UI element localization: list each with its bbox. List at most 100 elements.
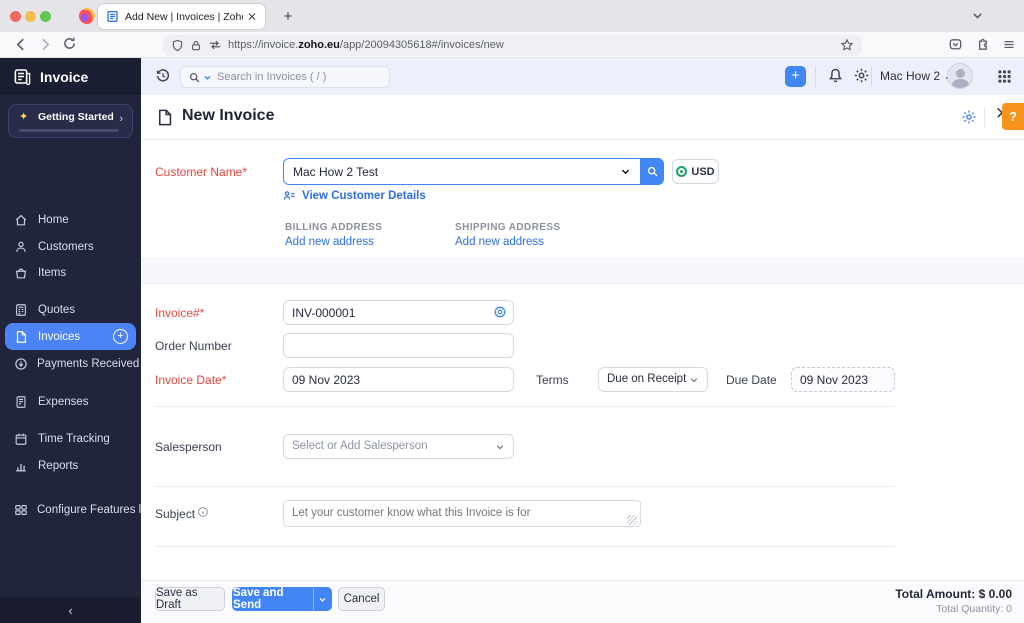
permissions-icon[interactable] [208,39,222,51]
browser-tab-bar: Add New | Invoices | Zoho Invoi ✕ + [0,0,1024,32]
shipping-address-label: SHIPPING ADDRESS [455,222,561,233]
settings-gear-icon[interactable] [853,67,870,84]
sidebar: Invoice ✦ Getting Started › Home Custome… [0,58,153,623]
page-header: New Invoice ✕ ? [141,95,1024,140]
add-billing-address-link[interactable]: Add new address [285,236,374,248]
customer-search-button[interactable] [640,158,664,185]
chevron-right-icon: › [119,113,123,125]
order-number-input[interactable] [283,333,514,358]
invoice-number-settings-icon[interactable] [493,305,507,319]
terms-select[interactable]: Due on Receipt [598,367,708,392]
reports-icon [14,459,29,473]
info-icon [197,506,209,518]
tab-favicon-icon [106,10,119,23]
firefox-logo-icon [79,8,95,24]
invoice-date-input[interactable] [283,367,514,392]
org-switcher[interactable]: Mac How 2 ⌄ [880,69,953,83]
bookmark-star-icon[interactable] [840,38,854,52]
sidebar-item-quotes[interactable]: Quotes [5,298,136,322]
invoice-settings-gear-icon[interactable] [961,109,977,125]
back-icon[interactable] [12,36,29,53]
salesperson-select[interactable]: Select or Add Salesperson [283,434,514,459]
sidebar-item-customers[interactable]: Customers [5,235,136,259]
sidebar-item-time-tracking[interactable]: Time Tracking [5,427,136,451]
sparkle-icon: ✦ [19,111,29,123]
save-and-send-caret-button[interactable] [313,587,332,611]
add-shipping-address-link[interactable]: Add new address [455,236,544,248]
traffic-zoom-button[interactable] [40,11,51,22]
getting-started-card[interactable]: ✦ Getting Started › [8,104,133,138]
sidebar-item-items[interactable]: Items [5,261,136,285]
recent-history-icon[interactable] [155,68,171,84]
sidebar-item-expenses[interactable]: Expenses [5,390,136,414]
total-amount: Total Amount: $ 0.00 [895,587,1012,601]
time-tracking-icon [14,432,29,446]
lock-icon[interactable] [190,39,202,52]
subject-textarea[interactable] [283,500,641,527]
currency-button[interactable]: USD [672,159,719,184]
search-input[interactable]: Search in Invoices ( / ) [180,66,390,88]
search-icon [188,71,201,84]
avatar[interactable] [947,63,973,89]
customers-icon [14,240,29,254]
app-top-bar: Search in Invoices ( / ) + Mac How 2 ⌄ [141,58,1024,95]
sidebar-item-invoices[interactable]: Invoices + [5,323,136,350]
notifications-bell-icon[interactable] [827,67,844,84]
app-logo[interactable]: Invoice [0,58,141,95]
sidebar-item-label: Payments Received [37,358,140,370]
extensions-puzzle-icon[interactable] [975,37,990,52]
invoice-date-label: Invoice Date* [155,373,227,387]
traffic-minimize-button[interactable] [25,11,36,22]
url-text: https://invoice.zoho.eu/app/20094305618#… [228,39,504,51]
sidebar-item-label: Quotes [38,304,76,316]
sidebar-item-configure-features[interactable]: Configure Features list [5,498,153,522]
forward-icon[interactable] [37,36,54,53]
search-placeholder: Search in Invoices ( / ) [217,71,327,83]
total-quantity: Total Quantity: 0 [936,603,1012,615]
help-button[interactable]: ? [1002,103,1024,130]
currency-code: USD [691,165,715,178]
traffic-close-button[interactable] [10,11,21,22]
chevron-down-icon [620,166,631,177]
shield-icon[interactable] [171,39,184,52]
new-invoice-plus-icon[interactable]: + [113,329,128,344]
screen: Add New | Invoices | Zoho Invoi ✕ + [0,0,1024,623]
search-scope-chevron-icon[interactable] [203,73,212,82]
divider [984,107,985,127]
salesperson-label: Salesperson [155,440,222,454]
save-and-send-button[interactable]: Save and Send [232,587,313,611]
quick-create-button[interactable]: + [785,66,806,87]
items-icon [14,266,29,280]
due-date-input[interactable] [791,367,895,392]
reload-icon[interactable] [62,36,77,51]
invoice-number-input[interactable] [283,300,514,325]
customer-name-label: Customer Name* [155,165,248,179]
cancel-button[interactable]: Cancel [338,587,385,611]
new-tab-button[interactable]: + [276,5,300,28]
tab-list-chevron-icon[interactable] [971,9,984,22]
textarea-resize-handle[interactable] [627,515,637,525]
sidebar-collapse-button[interactable]: ‹ [0,597,141,623]
divider [155,486,895,487]
payments-received-icon [14,357,28,371]
tab-close-icon[interactable]: ✕ [247,10,257,24]
sidebar-item-reports[interactable]: Reports [5,454,136,478]
divider [815,66,816,87]
url-bar[interactable]: https://invoice.zoho.eu/app/20094305618#… [163,34,862,56]
subject-label: Subject [155,507,196,521]
save-as-draft-button[interactable]: Save as Draft [155,587,225,611]
apps-grid-icon[interactable] [997,69,1012,84]
sidebar-item-label: Configure Features list [37,504,153,516]
view-customer-details-link[interactable]: View Customer Details [283,189,426,202]
customer-name-select[interactable]: Mac How 2 Test [283,158,641,185]
sidebar-item-home[interactable]: Home [5,208,136,232]
sidebar-item-label: Reports [38,460,79,472]
sidebar-item-payments-received[interactable]: Payments Received [5,352,140,376]
browser-tab[interactable]: Add New | Invoices | Zoho Invoi ✕ [98,4,265,29]
chevron-down-icon [495,442,505,452]
pocket-icon[interactable] [948,37,963,52]
menu-hamburger-icon[interactable] [1002,38,1016,51]
due-date-label: Due Date [726,373,777,387]
quotes-icon [14,303,29,317]
new-invoice-form: Customer Name* Mac How 2 Test USD View C… [141,140,1024,580]
